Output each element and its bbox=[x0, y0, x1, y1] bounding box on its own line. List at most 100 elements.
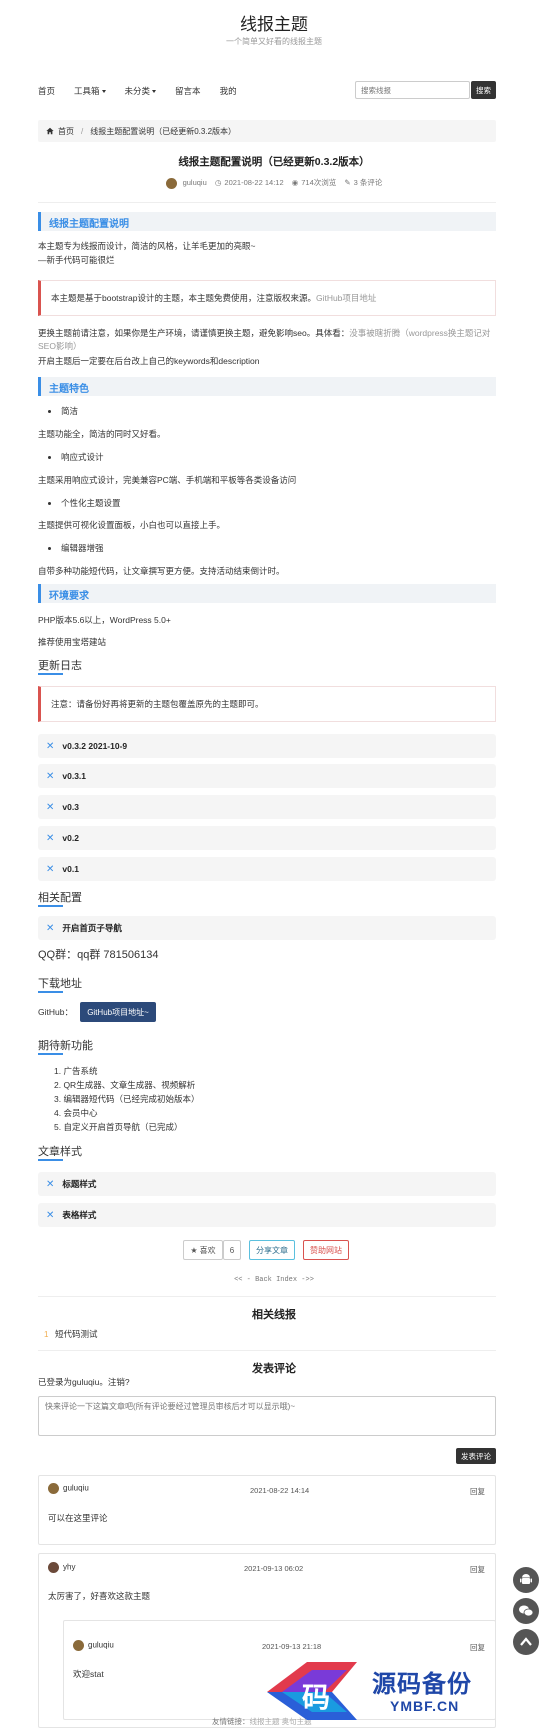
feature-desc: 主题功能全，简洁的同时又好看。 bbox=[38, 429, 166, 439]
comment-author[interactable]: yhy bbox=[63, 1563, 75, 1572]
heading-style: 文章样式 bbox=[38, 1146, 82, 1158]
accordion-item[interactable]: ✕ v0.3 bbox=[38, 795, 496, 819]
reply-button[interactable]: 回复 bbox=[470, 1564, 485, 1575]
heading-underline bbox=[38, 905, 63, 907]
heading-changelog: 更新日志 bbox=[38, 660, 82, 672]
watermark-glyph: 码 bbox=[302, 1681, 330, 1714]
divider bbox=[38, 1296, 496, 1297]
footer-links-label: 友情链接： bbox=[212, 1717, 250, 1726]
heading-underline bbox=[38, 991, 63, 993]
update-warning: 更换主题前请注意，如果你是生产环境，请谨慎更换主题，避免影响seo。具体看：没事… bbox=[38, 327, 496, 353]
notice-text: 本主题是基于bootstrap设计的主题，本主题免费使用，注意版权来源。 bbox=[51, 293, 316, 303]
comment-date: 2021-09-13 06:02 bbox=[244, 1564, 304, 1573]
accordion-title: v0.2 bbox=[62, 833, 79, 843]
comment-textarea[interactable] bbox=[38, 1396, 496, 1436]
post-meta: guluqiu ◷ 2021-08-22 14:12 ◉ 714次浏览 ✎ 3 条评论 bbox=[0, 177, 548, 189]
close-icon: ✕ bbox=[46, 922, 55, 934]
heading-expect: 期待新功能 bbox=[38, 1040, 93, 1052]
breadcrumb-separator: / bbox=[81, 126, 84, 136]
logged-in-text[interactable]: 已登录为guluqiu。注销? bbox=[38, 1376, 496, 1389]
like-button[interactable]: ★ 喜欢 bbox=[183, 1240, 223, 1260]
post-comments[interactable]: 3 条评论 bbox=[354, 178, 383, 187]
comment-date: 2021-08-22 14:14 bbox=[250, 1486, 310, 1495]
accordion-title: 开启首页子导航 bbox=[62, 923, 122, 933]
nav-mine[interactable]: 我的 bbox=[220, 85, 237, 97]
accordion-title: v0.3 bbox=[62, 802, 79, 812]
clock-icon: ◷ bbox=[214, 178, 222, 187]
nav-uncategorized-label: 未分类 bbox=[124, 86, 151, 96]
reply-button[interactable]: 回复 bbox=[470, 1486, 485, 1497]
accordion-item[interactable]: ✕ 标题样式 bbox=[38, 1172, 496, 1196]
accordion-title: 标题样式 bbox=[62, 1179, 97, 1189]
avatar bbox=[165, 177, 177, 189]
accordion-item[interactable]: ✕ v0.2 bbox=[38, 826, 496, 850]
android-icon[interactable] bbox=[513, 1567, 539, 1593]
donate-button[interactable]: 赞助网站 bbox=[303, 1240, 349, 1260]
feature-item: 简洁 bbox=[48, 405, 78, 417]
nav-toolbox[interactable]: 工具箱 bbox=[74, 85, 106, 97]
post-author[interactable]: guluqiu bbox=[183, 178, 207, 187]
avatar bbox=[73, 1640, 84, 1651]
site-title[interactable]: 线报主题 bbox=[0, 10, 548, 35]
comment-text: 可以在这里评论 bbox=[48, 1513, 108, 1523]
heading-features: 主题特色 bbox=[38, 377, 496, 396]
post-views: 714次浏览 bbox=[301, 178, 337, 187]
breadcrumb-home[interactable]: 首页 bbox=[58, 126, 74, 137]
back-index-link[interactable]: << - Back Index ->> bbox=[0, 1276, 548, 1284]
comment-header: yhy bbox=[48, 1562, 75, 1573]
env-line: 推荐使用宝塔建站 bbox=[38, 637, 107, 647]
search-input[interactable] bbox=[355, 81, 470, 99]
nav-toolbox-label: 工具箱 bbox=[74, 86, 100, 96]
submit-comment-button[interactable]: 发表评论 bbox=[456, 1448, 496, 1464]
divider bbox=[38, 202, 496, 203]
heading-underline bbox=[38, 673, 63, 675]
accordion-item[interactable]: ✕ 表格样式 bbox=[38, 1203, 496, 1227]
related-item[interactable]: 短代码测试 bbox=[55, 1328, 355, 1341]
feature-desc: 主题采用响应式设计，完美兼容PC端、手机端和平板等各类设备访问 bbox=[38, 475, 297, 485]
update-prefix: 更换主题前请注意，如果你是生产环境，请谨慎更换主题，避免影响seo。具体看： bbox=[38, 328, 350, 338]
search-button[interactable]: 搜索 bbox=[471, 81, 496, 99]
accordion-item[interactable]: ✕ v0.3.2 2021-10-9 bbox=[38, 734, 496, 758]
like-label: 喜欢 bbox=[199, 1245, 216, 1255]
accordion-title: v0.3.2 2021-10-9 bbox=[62, 741, 128, 751]
close-icon: ✕ bbox=[46, 801, 55, 813]
heading-underline bbox=[38, 1053, 63, 1055]
list-item: 1. 广告系统 bbox=[54, 1066, 98, 1076]
list-item: 2. QR生成器、文章生成器、视频解析 bbox=[54, 1080, 196, 1090]
comment-text: 欢迎stat bbox=[73, 1669, 104, 1679]
heading-related-config: 相关配置 bbox=[38, 892, 82, 904]
close-icon: ✕ bbox=[46, 740, 55, 752]
chevron-down-icon bbox=[101, 90, 106, 94]
heading-underline bbox=[38, 1159, 63, 1161]
accordion-item[interactable]: ✕ v0.1 bbox=[38, 857, 496, 881]
feature-desc: 自带多种功能短代码，让文章撰写更方便。支持活动结束倒计时。 bbox=[38, 566, 285, 576]
accordion-title: 表格样式 bbox=[62, 1210, 97, 1220]
comment-author[interactable]: guluqiu bbox=[88, 1641, 114, 1650]
nav-uncategorized[interactable]: 未分类 bbox=[125, 85, 157, 97]
post-date: 2021-08-22 14:12 bbox=[224, 178, 284, 187]
github-button[interactable]: GitHub项目地址~ bbox=[80, 1002, 156, 1022]
breadcrumb-current: 线报主题配置说明（已经更新0.3.2版本） bbox=[90, 126, 237, 136]
comment-form-title: 发表评论 bbox=[252, 1363, 296, 1375]
related-title: 相关线报 bbox=[252, 1309, 296, 1321]
avatar bbox=[48, 1562, 59, 1573]
close-icon: ✕ bbox=[46, 770, 55, 782]
nav-guestbook[interactable]: 留言本 bbox=[175, 85, 201, 97]
eye-icon: ◉ bbox=[291, 178, 299, 187]
breadcrumb: 首页 / 线报主题配置说明（已经更新0.3.2版本） bbox=[38, 120, 496, 142]
comment-author[interactable]: guluqiu bbox=[63, 1484, 89, 1493]
post-title: 线报主题配置说明（已经更新0.3.2版本） bbox=[178, 156, 370, 168]
nav-home[interactable]: 首页 bbox=[38, 85, 55, 97]
env-line: PHP版本5.6以上，WordPress 5.0+ bbox=[38, 615, 171, 625]
close-icon: ✕ bbox=[46, 832, 55, 844]
comment-icon: ✎ bbox=[344, 178, 351, 187]
feature-desc: 主题提供可视化设置面板，小白也可以直接上手。 bbox=[38, 520, 226, 530]
accordion-item[interactable]: ✕ v0.3.1 bbox=[38, 764, 496, 788]
accordion-item[interactable]: ✕ 开启首页子导航 bbox=[38, 916, 496, 940]
wechat-icon[interactable] bbox=[513, 1598, 539, 1624]
changelog-notice: 注意：请备份好再将更新的主题包覆盖原先的主题即可。 bbox=[38, 686, 496, 722]
github-link[interactable]: GitHub项目地址 bbox=[316, 292, 376, 304]
close-icon: ✕ bbox=[46, 1209, 55, 1221]
feature-item: 响应式设计 bbox=[48, 451, 104, 463]
share-button[interactable]: 分享文章 bbox=[249, 1240, 295, 1260]
